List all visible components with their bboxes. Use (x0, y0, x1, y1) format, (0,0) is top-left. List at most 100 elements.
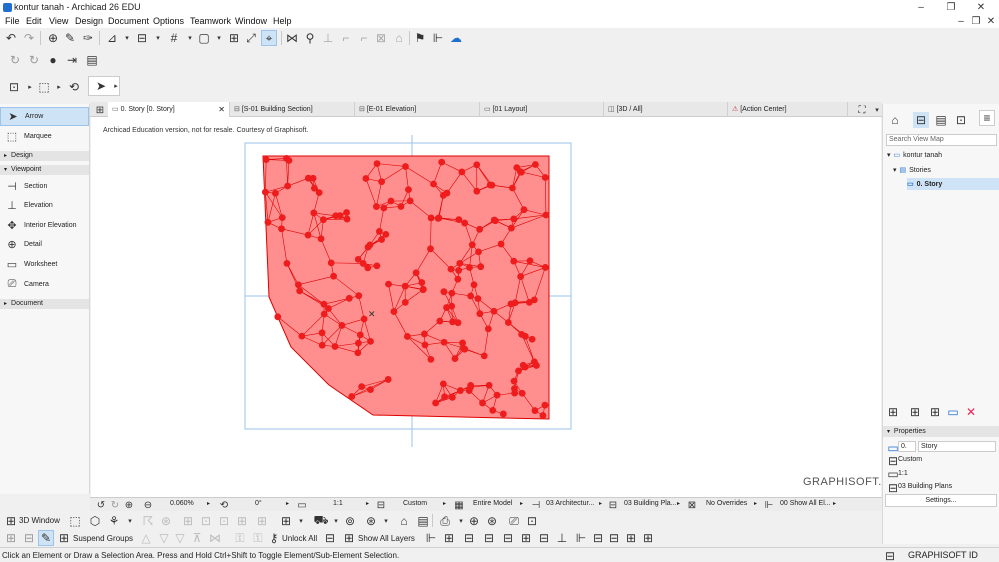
pen-set-value[interactable]: Custom (403, 500, 427, 507)
tab-story[interactable]: ▭ 0. Story [0. Story] ✕ (108, 102, 230, 117)
unlock-all-icon[interactable]: ⚷ (266, 530, 282, 546)
display-dropdown-icon[interactable]: ▾ (211, 30, 227, 46)
split-icon[interactable]: ⊠ (373, 30, 389, 46)
flag-icon[interactable]: ⚑ (412, 30, 428, 46)
group-viewpoint[interactable]: ▾ Viewpoint (0, 165, 89, 175)
selection-method-icon[interactable]: ⊡ (6, 79, 22, 95)
beam-icon[interactable]: ⊩ (573, 530, 589, 546)
table-icon[interactable]: ⊞ (226, 30, 242, 46)
column-icon[interactable]: ⊥ (554, 530, 570, 546)
element-copy-icon[interactable]: ⊞ (278, 513, 294, 529)
model-view-value[interactable]: Entire Model (473, 500, 512, 507)
model-view-arrow-icon[interactable]: ▸ (520, 500, 523, 507)
explode-icon[interactable]: ⊡ (216, 513, 232, 529)
maximize-button[interactable]: ❐ (940, 0, 962, 15)
angle-value[interactable]: 0° (255, 500, 262, 507)
tab-layout[interactable]: ▭ [01 Layout] (480, 102, 604, 117)
new-folder-icon[interactable]: ⊞ (927, 404, 943, 420)
layer-combo-value[interactable]: 03 Architectur... (546, 500, 594, 507)
plane-icon[interactable]: ⊞ (234, 513, 250, 529)
lock-icon[interactable]: ⚿ (232, 530, 248, 546)
suspend-groups-button[interactable]: Suspend Groups (73, 534, 133, 543)
layout-dropdown-icon[interactable]: ▾ (150, 30, 166, 46)
3d-cube-icon[interactable]: ⬡ (87, 513, 103, 529)
tool-worksheet[interactable]: ▭ Worksheet (0, 255, 89, 274)
tab-elevation[interactable]: ⊟ [E-01 Elevation] (355, 102, 480, 117)
story-name-field[interactable]: Story (918, 441, 996, 452)
zoom-arrow-icon[interactable]: ▸ (207, 500, 210, 507)
overrides-value[interactable]: No Overrides (706, 500, 747, 507)
tab-close-icon[interactable]: ✕ (218, 102, 225, 117)
menu-design[interactable]: Design (75, 16, 103, 26)
tab-options-icon[interactable]: ⛶ (854, 102, 870, 118)
menu-help[interactable]: Help (273, 16, 292, 26)
renovation-arrow-icon[interactable]: ▸ (833, 500, 836, 507)
rotate-icon[interactable]: ↻ (7, 52, 23, 68)
bring-forward-icon[interactable]: △ (138, 530, 154, 546)
tree-story[interactable]: ▭ 0. Story (907, 178, 999, 190)
menu-window[interactable]: Window (235, 16, 267, 26)
drop-icon[interactable]: ● (45, 52, 61, 68)
intersect-icon[interactable]: ⋈ (284, 30, 300, 46)
material-icon[interactable]: ⊛ (363, 513, 379, 529)
tool-elevation[interactable]: ⊥ Elevation (0, 196, 89, 215)
grid-icon[interactable]: # (166, 30, 182, 46)
terrain-mesh[interactable]: ✕ (91, 117, 881, 497)
bottom-icon[interactable]: ⊼ (189, 530, 205, 546)
scale-arrow-icon[interactable]: ▸ (366, 500, 369, 507)
eyedropper-icon[interactable]: ✎ (62, 30, 78, 46)
menu-view[interactable]: View (49, 16, 68, 26)
mesh-tool-icon[interactable]: ⊞ (518, 530, 534, 546)
overrides-arrow-icon[interactable]: ▸ (754, 500, 757, 507)
movie-settings-icon[interactable]: ⊡ (524, 513, 540, 529)
zone-icon[interactable]: ⊞ (640, 530, 656, 546)
zoom-tool-icon[interactable]: ⚲ (302, 30, 318, 46)
orbit-3d-icon[interactable]: ⊛ (158, 513, 174, 529)
tool-arrow[interactable]: ➤ Arrow (0, 107, 89, 126)
photo-icon[interactable]: ⎙ (437, 513, 453, 529)
grid-3d-icon[interactable]: ⊞ (254, 513, 270, 529)
layer-set-nav-value[interactable]: 03 Building Pla... (624, 500, 677, 507)
adjust-icon[interactable]: ⌐ (356, 30, 372, 46)
tool-marquee[interactable]: ⬚ Marquee (0, 127, 89, 146)
renovation-value[interactable]: 00 Show All El... (780, 500, 831, 507)
group-document[interactable]: ▸ Document (0, 299, 89, 309)
new-view-icon[interactable]: ⊞ (885, 404, 901, 420)
id-card-icon[interactable]: ⊟ (882, 548, 898, 562)
3d-style-dropdown-icon[interactable]: ▾ (122, 513, 138, 529)
send-back-icon[interactable]: ▽ (156, 530, 172, 546)
tool-camera[interactable]: ⎚ Camera (0, 275, 89, 294)
wall-icon[interactable]: ⊟ (461, 530, 477, 546)
section-3d-icon[interactable]: ⊞ (180, 513, 196, 529)
publisher-icon[interactable]: ⊡ (953, 112, 969, 128)
fit-icon[interactable]: ⤢ (243, 30, 259, 46)
web-icon[interactable]: ⊛ (484, 513, 500, 529)
layers-icon[interactable]: ⊟ (322, 530, 338, 546)
stair-icon[interactable]: ⊟ (590, 530, 606, 546)
pen-set-arrow-icon[interactable]: ▸ (443, 500, 446, 507)
tool-section[interactable]: ⊣ Section (0, 177, 89, 196)
menu-edit[interactable]: Edit (26, 16, 42, 26)
settings-button[interactable]: Settings... (885, 494, 997, 507)
document-icon[interactable]: ▤ (84, 52, 100, 68)
reset-order-icon[interactable]: ⋈ (207, 530, 223, 546)
movie-icon[interactable]: ⎚ (506, 513, 522, 529)
story-number-field[interactable]: 0. (898, 441, 916, 452)
align-elements-icon[interactable]: ⊩ (423, 530, 439, 546)
object-icon[interactable]: ⊞ (623, 530, 639, 546)
3d-window-button[interactable]: 3D Window (19, 516, 60, 525)
view-map-search[interactable]: Search View Map (886, 134, 997, 146)
rotate-copy-icon[interactable]: ↻ (26, 52, 42, 68)
graph-icon[interactable]: ⊩ (430, 30, 446, 46)
unlock-all-button[interactable]: Unlock All (282, 534, 317, 543)
walk-icon[interactable]: ☈ (140, 513, 156, 529)
panel-menu-icon[interactable]: ≡ (979, 110, 995, 126)
properties-header[interactable]: ▾ Properties (883, 426, 999, 437)
light-icon[interactable]: ⊚ (342, 513, 358, 529)
view-settings-icon[interactable]: ▭ (945, 404, 961, 420)
export-icon[interactable]: ⇥ (64, 52, 80, 68)
project-map-icon[interactable]: ⌂ (887, 112, 903, 128)
group-icon[interactable]: ⊞ (3, 530, 19, 546)
view-map-icon[interactable]: ⊟ (913, 112, 929, 128)
cloud-icon[interactable]: ☁ (448, 30, 464, 46)
